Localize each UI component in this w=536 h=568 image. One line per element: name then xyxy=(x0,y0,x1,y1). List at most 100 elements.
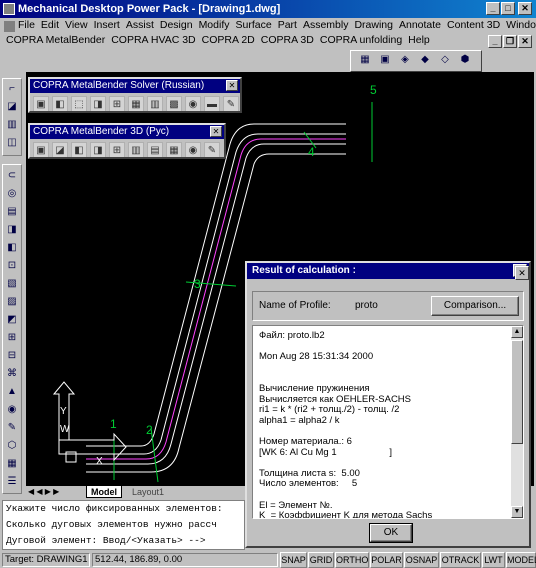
grid-toggle[interactable]: GRID xyxy=(308,552,334,568)
ucs-x-label: X xyxy=(96,456,103,467)
solver-tool-icon[interactable]: ◉ xyxy=(185,96,201,111)
3d-tool-icon[interactable]: ▤ xyxy=(147,142,163,157)
view-tool-icon[interactable]: ◆ xyxy=(417,53,433,69)
polar-toggle[interactable]: POLAR xyxy=(370,552,403,568)
solver-toolbar-titlebar[interactable]: COPRA MetalBender Solver (Russian) ✕ xyxy=(30,79,240,93)
3d-tool-icon[interactable]: ▥ xyxy=(128,142,144,157)
3d-tool-icon[interactable]: ✎ xyxy=(204,142,220,157)
menu-view[interactable]: View xyxy=(62,18,91,33)
menu-copra-unfolding[interactable]: COPRA unfolding xyxy=(317,33,405,48)
menu-window[interactable]: Window xyxy=(503,18,536,33)
3d-tool-icon[interactable]: ▣ xyxy=(33,142,49,157)
solver-tool-icon[interactable]: ▥ xyxy=(147,96,163,111)
menu-modify[interactable]: Modify xyxy=(196,18,233,33)
doc-close-button[interactable]: ✕ xyxy=(518,35,532,48)
tool-icon[interactable]: ⊞ xyxy=(4,331,20,347)
tool-icon[interactable]: ✎ xyxy=(4,421,20,437)
solver-toolbar-close-icon[interactable]: ✕ xyxy=(226,80,238,91)
3d-tool-icon[interactable]: ◪ xyxy=(52,142,68,157)
menu-edit[interactable]: Edit xyxy=(38,18,62,33)
tool-icon[interactable]: ◧ xyxy=(4,241,20,257)
tool-icon[interactable]: ☰ xyxy=(4,475,20,491)
view-tool-icon[interactable]: ▦ xyxy=(357,53,373,69)
osnap-toggle[interactable]: OSNAP xyxy=(404,552,439,568)
comparison-button[interactable]: Comparison... xyxy=(431,296,519,316)
3d-tool-icon[interactable]: ◧ xyxy=(71,142,87,157)
menu-annotate[interactable]: Annotate xyxy=(396,18,444,33)
3d-tool-icon[interactable]: ◉ xyxy=(185,142,201,157)
command-window[interactable]: Укажите число фиксированных элементов: С… xyxy=(2,500,245,550)
doc-minimize-button[interactable]: _ xyxy=(488,35,502,48)
menu-assembly[interactable]: Assembly xyxy=(300,18,352,33)
metalbender-3d-titlebar[interactable]: COPRA MetalBender 3D (Рус) ✕ xyxy=(30,125,224,139)
3d-tool-icon[interactable]: ▦ xyxy=(166,142,182,157)
tool-icon[interactable]: ▦ xyxy=(4,457,20,473)
tool-icon[interactable]: ▲ xyxy=(4,385,20,401)
scroll-thumb[interactable] xyxy=(511,340,523,444)
ok-button[interactable]: OK xyxy=(369,523,413,543)
menu-copra-metalbender[interactable]: COPRA MetalBender xyxy=(0,33,108,48)
ortho-toggle[interactable]: ORTHO xyxy=(335,552,369,568)
maximize-button[interactable]: □ xyxy=(501,2,515,15)
tool-icon[interactable]: ⌘ xyxy=(4,367,20,383)
menu-copra-hvac3d[interactable]: COPRA HVAC 3D xyxy=(108,33,198,48)
solver-tool-icon[interactable]: ✎ xyxy=(223,96,239,111)
solver-tool-icon[interactable]: ◧ xyxy=(52,96,68,111)
solver-tool-icon[interactable]: ▬ xyxy=(204,96,220,111)
menu-drawing[interactable]: Drawing xyxy=(351,18,396,33)
lwt-toggle[interactable]: LWT xyxy=(482,552,505,568)
minimize-button[interactable]: _ xyxy=(486,2,500,15)
tool-icon[interactable]: ◨ xyxy=(4,223,20,239)
solver-tool-icon[interactable]: ▣ xyxy=(33,96,49,111)
view-tool-icon[interactable]: ⬢ xyxy=(457,53,473,69)
menu-insert[interactable]: Insert xyxy=(91,18,123,33)
tab-model[interactable]: Model xyxy=(86,486,122,498)
solver-tool-icon[interactable]: ▦ xyxy=(128,96,144,111)
tool-icon[interactable]: ▨ xyxy=(4,295,20,311)
view-tool-icon[interactable]: ◇ xyxy=(437,53,453,69)
model-toggle[interactable]: MODEL xyxy=(506,552,536,568)
otrack-toggle[interactable]: OTRACK xyxy=(440,552,481,568)
tool-icon[interactable]: ◪ xyxy=(4,100,20,116)
solver-tool-icon[interactable]: ▩ xyxy=(166,96,182,111)
3d-tool-icon[interactable]: ⊞ xyxy=(109,142,125,157)
menu-surface[interactable]: Surface xyxy=(233,18,275,33)
solver-tool-icon[interactable]: ⬚ xyxy=(71,96,87,111)
tool-icon[interactable]: ⌐ xyxy=(4,82,20,98)
result-dialog-titlebar[interactable]: Result of calculation : ✕ xyxy=(247,263,529,279)
menu-copra-3d[interactable]: COPRA 3D xyxy=(258,33,317,48)
tool-icon[interactable]: ▥ xyxy=(4,118,20,134)
result-scrollbar[interactable]: ▲ ▼ xyxy=(511,326,523,518)
tab-nav-arrows[interactable]: ◀ ◀ ▶ ▶ xyxy=(28,487,59,496)
close-button[interactable]: ✕ xyxy=(518,2,532,15)
metalbender-3d-close-icon[interactable]: ✕ xyxy=(210,126,222,137)
tool-icon[interactable]: ◩ xyxy=(4,313,20,329)
solver-tool-icon[interactable]: ◨ xyxy=(90,96,106,111)
result-text-area[interactable]: Файл: proto.lb2 Mon Aug 28 15:31:34 2000 В… xyxy=(252,325,524,519)
tab-layout1[interactable]: Layout1 xyxy=(128,486,168,498)
scroll-up-arrow-icon[interactable]: ▲ xyxy=(511,326,523,338)
menu-design[interactable]: Design xyxy=(157,18,196,33)
dialog-close-icon-extra[interactable]: ✕ xyxy=(515,266,529,280)
view-tool-icon[interactable]: ▣ xyxy=(377,53,393,69)
tool-icon[interactable]: ⊟ xyxy=(4,349,20,365)
tool-icon[interactable]: ◫ xyxy=(4,136,20,152)
view-tool-icon[interactable]: ◈ xyxy=(397,53,413,69)
menu-help[interactable]: Help xyxy=(405,33,433,48)
menu-content3d[interactable]: Content 3D xyxy=(444,18,503,33)
tool-icon[interactable]: ⊂ xyxy=(4,169,20,185)
menu-part[interactable]: Part xyxy=(275,18,300,33)
menu-copra-2d[interactable]: COPRA 2D xyxy=(199,33,258,48)
tool-icon[interactable]: ◎ xyxy=(4,187,20,203)
tool-icon[interactable]: ◉ xyxy=(4,403,20,419)
tool-icon[interactable]: ▧ xyxy=(4,277,20,293)
scroll-down-arrow-icon[interactable]: ▼ xyxy=(511,506,523,518)
doc-restore-button[interactable]: ❐ xyxy=(503,35,517,48)
tool-icon[interactable]: ⊡ xyxy=(4,259,20,275)
3d-tool-icon[interactable]: ◨ xyxy=(90,142,106,157)
solver-tool-icon[interactable]: ⊞ xyxy=(109,96,125,111)
snap-toggle[interactable]: SNAP xyxy=(280,552,307,568)
tool-icon[interactable]: ⬡ xyxy=(4,439,20,455)
tool-icon[interactable]: ▤ xyxy=(4,205,20,221)
menu-assist[interactable]: Assist xyxy=(123,18,157,33)
